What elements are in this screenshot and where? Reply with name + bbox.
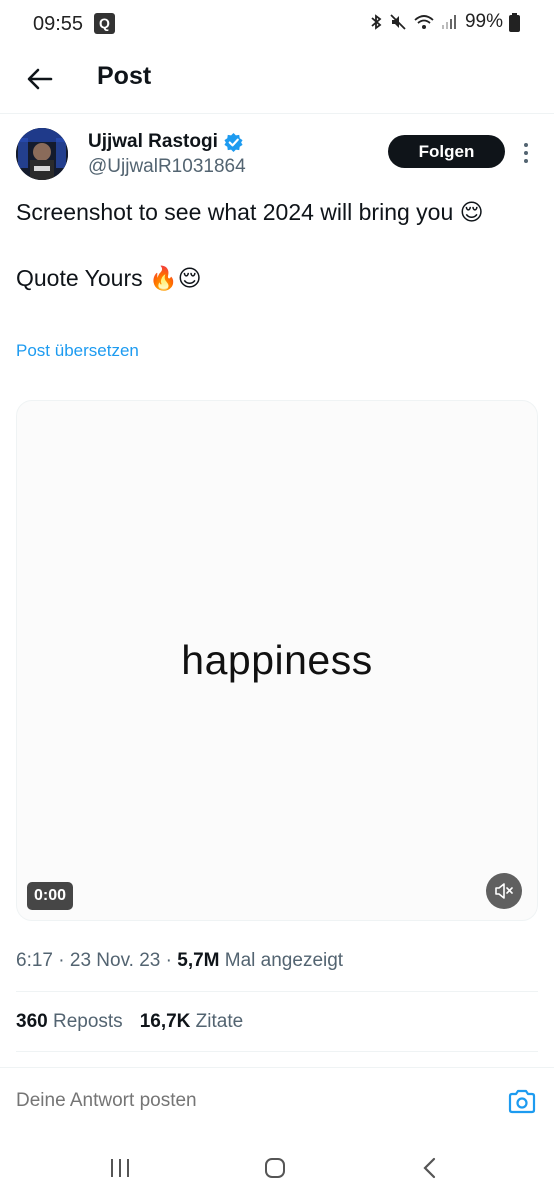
video-timestamp: 0:00 (27, 882, 74, 910)
top-header: Post (0, 48, 554, 114)
quotes-label: Zitate (195, 1011, 244, 1032)
battery-icon (509, 12, 520, 32)
more-vertical-icon-dot (524, 151, 528, 155)
mute-icon (390, 14, 406, 30)
recents-button[interactable] (108, 1158, 132, 1178)
avatar[interactable] (16, 128, 68, 180)
avatar-image (16, 128, 68, 180)
more-vertical-icon-dot (524, 143, 528, 147)
chevron-left-icon (423, 1157, 436, 1179)
volume-muted-icon (495, 883, 513, 899)
more-options-button[interactable] (516, 140, 536, 166)
signal-icon (441, 15, 456, 29)
status-time: 09:55 (33, 13, 84, 35)
views-count: 5,7M (177, 950, 220, 971)
camera-button[interactable] (507, 1088, 537, 1116)
author-name-text: Ujjwal Rastogi (88, 131, 218, 152)
quotes-count: 16,7K (139, 1011, 191, 1032)
back-button[interactable] (22, 61, 58, 97)
more-vertical-icon-dot (524, 159, 528, 163)
system-nav-bar (0, 1130, 554, 1200)
author-name[interactable]: Ujjwal Rastogi (88, 131, 244, 153)
reply-divider (0, 1067, 554, 1068)
home-icon (265, 1158, 285, 1178)
quotes-stat[interactable]: 16,7K Zitate (140, 1011, 244, 1033)
post-date: 23 Nov. 23 (69, 950, 161, 971)
verified-badge-icon (224, 132, 243, 152)
post-meta: 6:17 · 23 Nov. 23 · 5,7M Mal angezeigt (16, 950, 344, 971)
views-label: Mal angezeigt (224, 950, 344, 971)
follow-button[interactable]: Folgen (388, 135, 505, 168)
reposts-label: Reposts (52, 1011, 123, 1032)
divider (16, 1051, 538, 1052)
tweet-text: Screenshot to see what 2024 will bring y… (16, 199, 484, 291)
recents-icon (111, 1159, 129, 1177)
video-player[interactable]: happiness 0:00 (16, 400, 538, 921)
status-bar: 09:55 Q 99% (0, 0, 554, 48)
translate-link[interactable]: Post übersetzen (16, 341, 139, 361)
wifi-icon (414, 15, 434, 29)
page-title: Post (97, 62, 152, 90)
bluetooth-icon (371, 14, 382, 30)
author-handle[interactable]: @UjjwalR1031864 (88, 156, 246, 178)
video-caption: happiness (181, 637, 373, 683)
reply-input[interactable] (16, 1090, 486, 1112)
post-stats: 360 Reposts 16,7K Zitate (16, 1011, 243, 1033)
home-button[interactable] (264, 1157, 286, 1179)
battery-percent: 99% (464, 11, 503, 32)
post-time: 6:17 (16, 950, 53, 971)
notification-badge: Q (94, 13, 115, 34)
camera-icon (508, 1089, 536, 1114)
arrow-left-icon (27, 68, 53, 90)
mute-button[interactable] (486, 873, 522, 909)
reposts-count: 360 (16, 1011, 48, 1032)
system-back-button[interactable] (420, 1157, 440, 1179)
reposts-stat[interactable]: 360 Reposts (16, 1011, 123, 1033)
divider (16, 991, 538, 992)
status-icons: 99% (369, 11, 520, 33)
